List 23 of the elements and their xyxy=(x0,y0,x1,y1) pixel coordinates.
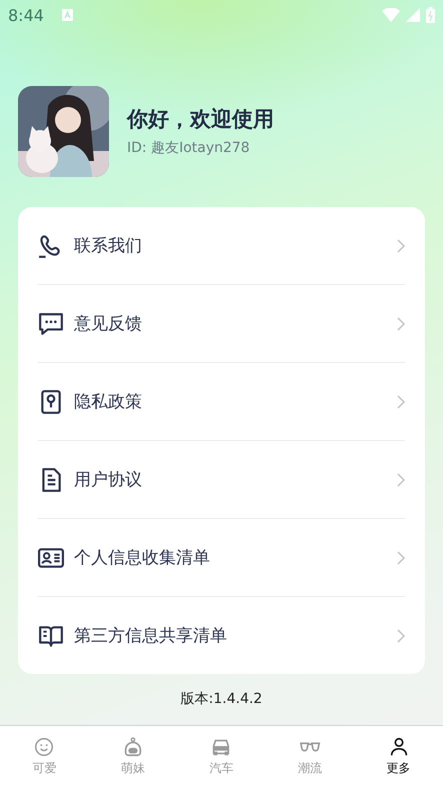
signal-icon xyxy=(406,8,420,22)
user-id: ID: 趣友Iotayn278 xyxy=(127,139,251,157)
greeting-title: 你好，欢迎使用 xyxy=(127,106,274,133)
version-text: 版本:1.4.4.2 xyxy=(180,690,262,708)
chevron-right-icon xyxy=(397,394,405,408)
nav-tab[interactable]: 更多 xyxy=(354,726,443,787)
wifi-icon xyxy=(382,8,400,22)
notification-icon xyxy=(62,9,73,21)
chevron-right-icon xyxy=(397,238,405,252)
battery-icon xyxy=(426,7,435,23)
status-time: 8:44 xyxy=(8,6,44,24)
smiley-icon xyxy=(33,736,56,758)
menu-item[interactable]: 隐私政策 xyxy=(74,390,387,413)
chat-bubble-icon xyxy=(38,310,64,336)
menu-item[interactable]: 个人信息收集清单 xyxy=(74,546,387,569)
chevron-right-icon xyxy=(397,628,405,642)
chevron-right-icon xyxy=(397,316,405,330)
menu-item[interactable]: 第三方信息共享清单 xyxy=(74,624,387,647)
menu-item[interactable]: 意见反馈 xyxy=(74,312,387,335)
chevron-right-icon xyxy=(397,472,405,486)
menu-item[interactable]: 用户协议 xyxy=(74,468,387,491)
menu-item[interactable]: 联系我们 xyxy=(74,234,387,257)
chevron-right-icon xyxy=(397,550,405,564)
